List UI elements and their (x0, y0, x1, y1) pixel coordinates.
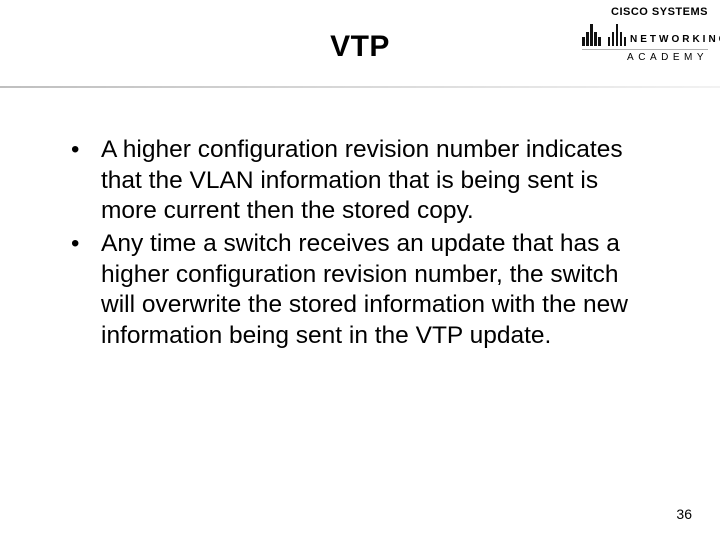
body-content: A higher configuration revision number i… (65, 135, 655, 353)
logo-company-text: CISCO SYSTEMS (582, 6, 708, 18)
logo-graphic: NETWORKING (582, 20, 708, 46)
logo-academy-text: ACADEMY (582, 49, 708, 63)
header-divider (0, 86, 720, 88)
logo-line1: NETWORKING (630, 34, 720, 46)
list-item: A higher configuration revision number i… (65, 135, 655, 227)
slide: VTP CISCO SYSTEMS NETWORKING ACADEMY A h… (0, 0, 720, 540)
cisco-logo: CISCO SYSTEMS NETWORKING ACADEMY (582, 6, 708, 80)
header: VTP CISCO SYSTEMS NETWORKING ACADEMY (0, 0, 720, 88)
page-number: 36 (676, 506, 692, 522)
logo-bars-icon (582, 20, 626, 46)
bullet-list: A higher configuration revision number i… (65, 135, 655, 351)
list-item: Any time a switch receives an update tha… (65, 229, 655, 352)
logo-networking-text: NETWORKING (630, 34, 720, 46)
